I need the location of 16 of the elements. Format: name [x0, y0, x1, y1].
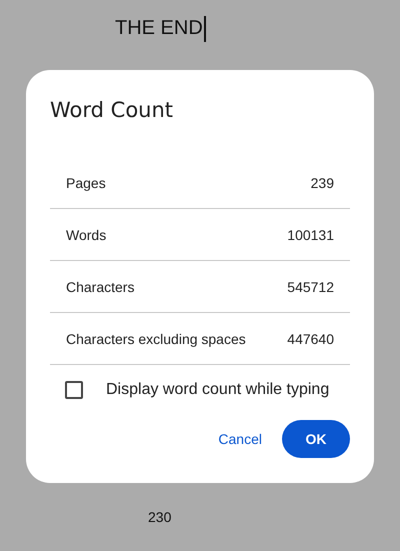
text-cursor [204, 16, 206, 42]
page-number: 230 [148, 509, 172, 525]
stat-value: 447640 [287, 330, 334, 346]
ok-button[interactable]: OK [282, 420, 350, 458]
stat-label: Pages [66, 174, 106, 190]
stat-label: Characters [66, 278, 134, 294]
stat-value: 100131 [287, 226, 334, 242]
cancel-button[interactable]: Cancel [210, 420, 270, 458]
stat-label: Characters excluding spaces [66, 330, 246, 346]
stat-value: 239 [310, 174, 334, 190]
dialog-title: Word Count [50, 97, 174, 124]
document-text: THE END [115, 16, 203, 40]
checkbox[interactable] [65, 381, 83, 399]
stat-label: Words [66, 226, 106, 242]
stat-value: 545712 [287, 278, 334, 294]
checkbox-label: Display word count while typing [106, 381, 330, 399]
